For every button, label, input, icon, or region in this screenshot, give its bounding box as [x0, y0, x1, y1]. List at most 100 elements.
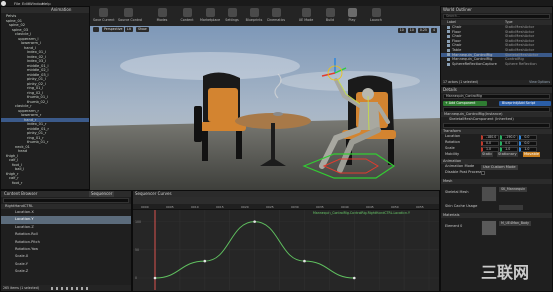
toolbar-icon — [271, 8, 281, 17]
skin-cache-dropdown[interactable] — [499, 204, 523, 210]
curve-key[interactable] — [253, 220, 256, 223]
tree-item[interactable]: foot_r — [1, 181, 89, 186]
scale-z-input[interactable]: 1.0 — [519, 146, 538, 152]
track-property[interactable]: Rotation.Roll — [1, 231, 131, 238]
actor-icon — [447, 44, 450, 48]
scale-x-input[interactable]: 1.0 — [481, 146, 499, 152]
tab-content-browser[interactable]: Content Browser — [4, 191, 37, 197]
toolbar-icon — [371, 8, 381, 17]
animation-mode-dropdown[interactable]: Use Custom Mode — [481, 164, 518, 170]
actor-icon — [447, 48, 450, 52]
snap-value[interactable]: 10 — [397, 28, 406, 33]
add-component-button[interactable]: + Add Component — [443, 101, 487, 106]
toolbar-button-play[interactable]: Play — [342, 6, 362, 26]
track-property[interactable]: Scale.X — [1, 253, 131, 260]
track-property[interactable]: Location.Y — [1, 216, 131, 224]
toolbar-button-save-current[interactable]: Save Current — [93, 6, 115, 26]
skeletal-mesh-row: Skeletal Mesh SK_Mannequin — [441, 184, 552, 204]
material-dropdown[interactable]: M_UE4Man_Body — [499, 221, 532, 226]
curve-key[interactable] — [203, 259, 207, 263]
actor-count: 17 actors (1 selected) — [443, 80, 478, 84]
toolbar-button-settings[interactable]: Settings — [222, 6, 242, 26]
ruler-frame: 0050 — [391, 204, 399, 209]
curve-key[interactable] — [352, 276, 356, 280]
curve-key[interactable] — [153, 276, 157, 280]
mobility-stationary[interactable]: Stationary — [497, 152, 518, 157]
actor-icon — [447, 34, 450, 38]
track-list-panel: Content Browser Sequencer RightHandCTRL … — [0, 190, 132, 292]
rotation-y-input[interactable]: 0.0 — [500, 140, 519, 146]
snap-value[interactable]: 0.25 — [417, 28, 429, 33]
menu-help[interactable]: Help — [42, 1, 51, 6]
track-property[interactable]: Rotation.Yaw — [1, 246, 131, 253]
toolbar-button-content[interactable]: Content — [177, 6, 197, 26]
ruler-frame: 0035 — [316, 204, 324, 209]
curve-key[interactable] — [303, 259, 306, 263]
show-button[interactable]: Show — [136, 27, 149, 32]
viewport-scene[interactable] — [90, 26, 440, 190]
details-panel: Details Mannequin_ControlRig + Add Compo… — [440, 86, 553, 292]
skeleton-tree-panel: Animation Pelvis spine_01 spine_02 spine_03… — [0, 6, 90, 190]
scale-y-input[interactable]: 1.0 — [500, 146, 519, 152]
toolbar-icon — [347, 8, 357, 17]
toolbar-button-cinematics[interactable]: Cinematics — [266, 6, 286, 26]
world-outliner-panel: World Outliner Search... Label Type Chai… — [440, 6, 553, 86]
snap-value[interactable]: 10 — [407, 28, 416, 33]
viewport-snap-controls: 10 10 0.25 4 — [396, 27, 437, 33]
toolbar-label: Content — [180, 18, 194, 22]
location-x-input[interactable]: -180.0 — [481, 134, 499, 140]
actor-icon — [447, 39, 450, 43]
ruler-frame: 0055 — [416, 204, 424, 209]
location-y-input[interactable]: -190.0 — [500, 134, 519, 140]
material-thumbnail[interactable] — [481, 220, 497, 236]
curve-toolbar — [133, 197, 439, 204]
toolbar-button-marketplace[interactable]: Marketplace — [200, 6, 220, 26]
view-options-button[interactable]: View Options — [529, 80, 550, 85]
toolbar-label: Play — [348, 18, 356, 22]
actor-icon — [447, 25, 450, 29]
track-search[interactable] — [3, 198, 129, 203]
viewport[interactable]: Perspective Lit Show 10 10 0.25 4 — [90, 26, 440, 190]
toolbar-button-modes[interactable]: Modes — [152, 6, 172, 26]
rotation-x-input[interactable]: 0.0 — [481, 140, 499, 146]
mobility-movable[interactable]: Movable — [523, 152, 541, 157]
outliner-search-box[interactable]: Search... — [443, 14, 550, 19]
material-row: Element 0 M_UE4Man_Body — [441, 218, 552, 242]
menu-file[interactable]: File — [14, 1, 20, 6]
toolbar-button-build[interactable]: Build — [320, 6, 340, 26]
blueprint-add-script-button[interactable]: Blueprint/Add Script — [499, 101, 551, 106]
toolbar-icon — [157, 8, 167, 17]
track-property[interactable]: Location.Z — [1, 224, 131, 231]
ruler-frame: 0030 — [291, 204, 299, 209]
toolbar-button-source-control[interactable]: Source Control — [118, 6, 142, 26]
details-header: Details — [441, 87, 552, 93]
perspective-button[interactable]: Perspective — [102, 27, 125, 32]
toolbar-button-launch[interactable]: Launch — [366, 6, 386, 26]
toolbar-icon — [325, 8, 335, 17]
tab-sequencer[interactable]: Sequencer — [89, 191, 115, 197]
toolbar-button-blueprints[interactable]: Blueprints — [244, 6, 264, 26]
curve-graph[interactable]: 100 50 0 — [133, 210, 439, 290]
item-count: 265 items (1 selected) — [3, 286, 39, 290]
details-search[interactable] — [443, 123, 550, 128]
world-outliner-header: World Outliner — [441, 7, 552, 13]
skeletal-mesh-dropdown[interactable]: SK_Mannequin — [499, 187, 528, 192]
lit-button[interactable]: Lit — [125, 27, 133, 32]
mobility-static[interactable]: Static — [481, 152, 494, 157]
viewport-options-button[interactable] — [93, 27, 99, 32]
toolbar-button-ue-mode[interactable]: UE Mode — [296, 6, 316, 26]
playback-controls[interactable] — [51, 286, 91, 290]
rotation-z-input[interactable]: 0.0 — [519, 140, 538, 146]
track-property[interactable]: Rotation.Pitch — [1, 239, 131, 246]
track-footer: 265 items (1 selected) — [1, 285, 131, 291]
location-z-input[interactable]: 0.0 — [519, 134, 538, 140]
disable-post-checkbox[interactable] — [481, 171, 485, 175]
outliner-row[interactable]: SphereReflectionCapture Sphere Reflection — [441, 62, 552, 67]
snap-value[interactable]: 4 — [430, 28, 437, 33]
component-skeletal-mesh[interactable]: SkeletalMeshComponent (Inherited) — [441, 117, 552, 122]
actor-name-field[interactable]: Mannequin_ControlRig — [443, 94, 550, 99]
track-property[interactable]: Location.X — [1, 209, 131, 216]
track-property[interactable]: Scale.Z — [1, 268, 131, 275]
track-property[interactable]: Scale.Y — [1, 261, 131, 268]
skeletal-mesh-thumbnail[interactable] — [481, 186, 497, 202]
